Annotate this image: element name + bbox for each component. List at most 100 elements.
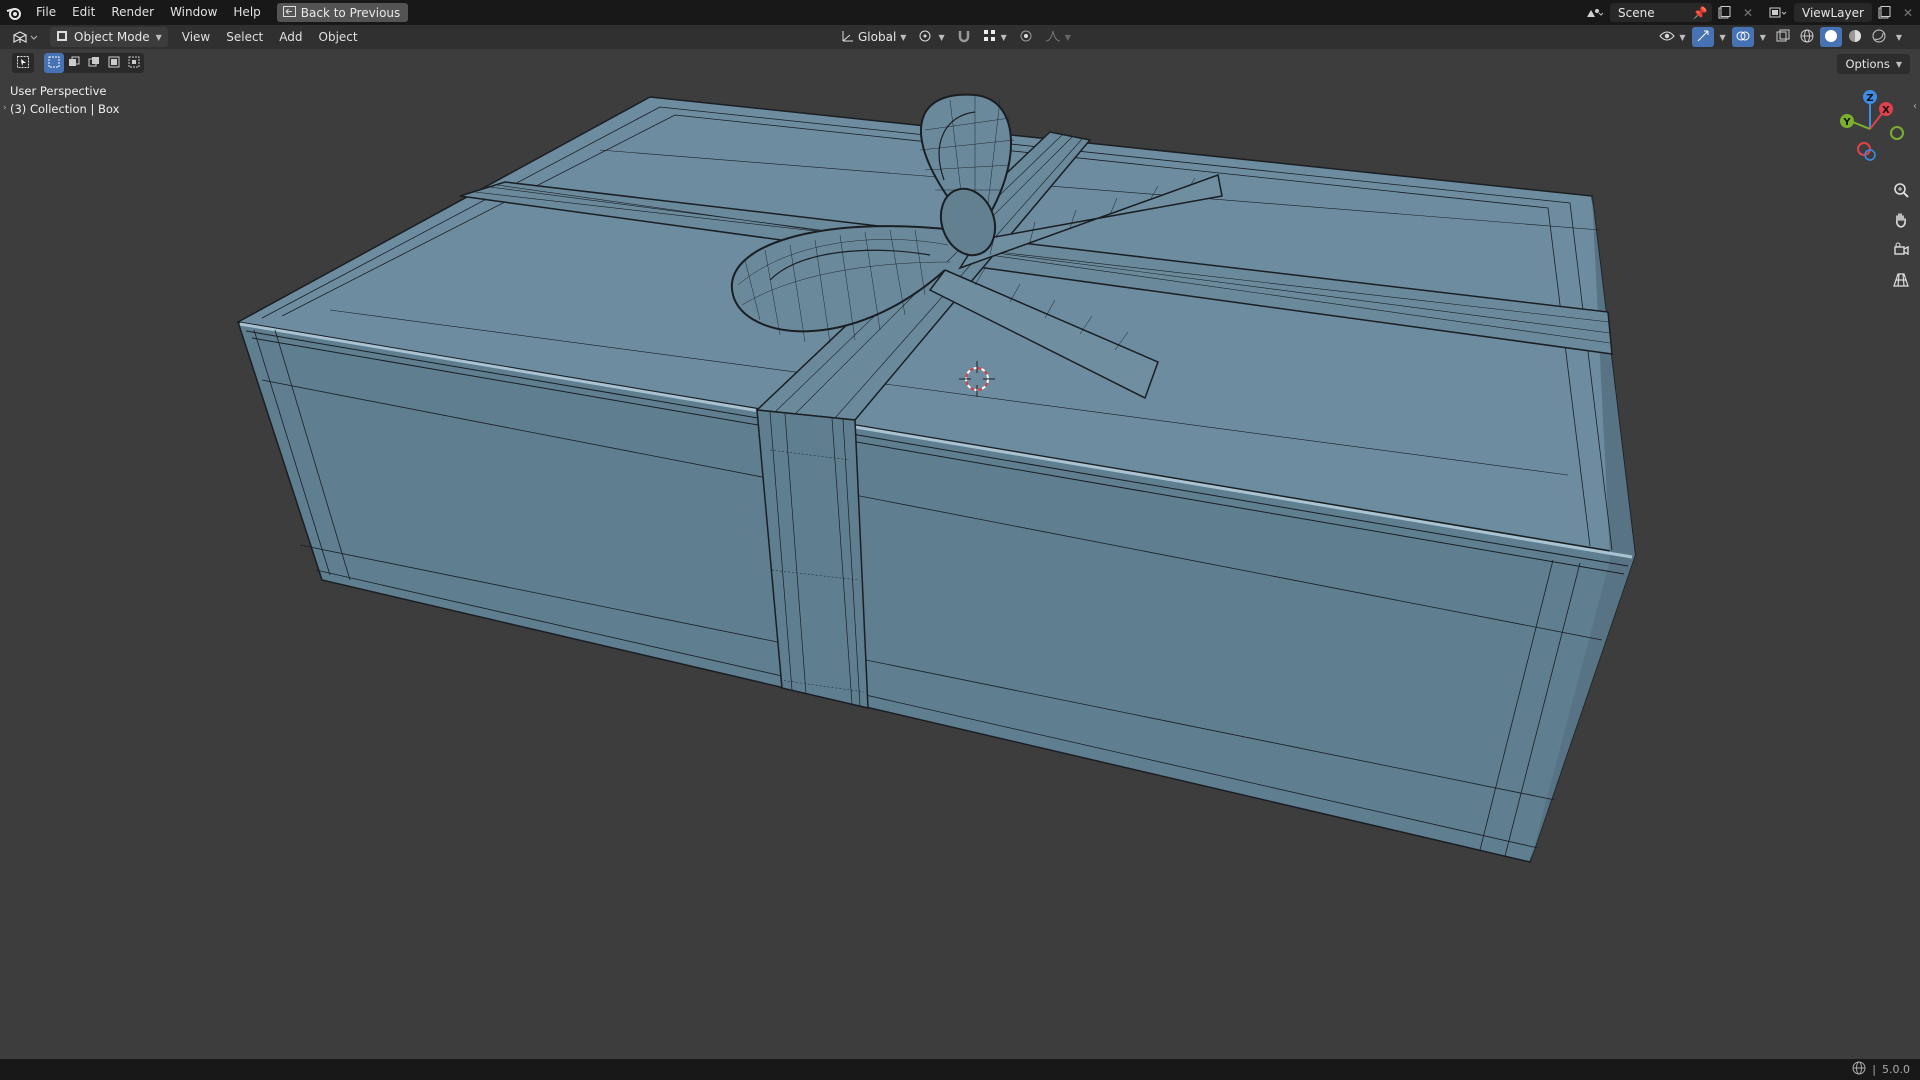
rendered-sphere-icon (1872, 29, 1886, 46)
new-view-layer-icon[interactable] (1872, 3, 1896, 22)
transform-orientation-dropdown[interactable]: Global ▼ (836, 27, 910, 47)
orientation-axes-icon (840, 29, 854, 46)
collection-object-label: (3) Collection | Box (10, 102, 120, 116)
blender-logo-icon[interactable] (0, 0, 28, 25)
camera-icon (1893, 242, 1909, 261)
network-globe-icon (1852, 1061, 1866, 1078)
chevron-down-icon: ▼ (900, 32, 907, 42)
shading-rendered-button[interactable] (1868, 27, 1890, 47)
chevron-down-icon: ▼ (1759, 32, 1766, 42)
select-subtract-button[interactable] (84, 53, 104, 73)
xray-toggle[interactable] (1772, 27, 1794, 47)
transform-controls: Global ▼ ▼ ▼ ▼ (836, 25, 1075, 49)
menu-file[interactable]: File (28, 0, 64, 25)
proportional-editing-toggle[interactable] (1015, 27, 1037, 47)
camera-view-button[interactable] (1890, 240, 1912, 262)
status-bar: | 5.0.0 (0, 1059, 1920, 1080)
gizmo-neg-y-axis (1890, 126, 1904, 140)
chevron-down-icon: ▼ (938, 32, 945, 42)
ortho-toggle-button[interactable] (1890, 270, 1912, 292)
chevron-down-icon: ▼ (155, 32, 162, 42)
zoom-icon (1893, 182, 1909, 201)
snap-toggle[interactable] (953, 27, 975, 47)
back-to-previous-button[interactable]: Back to Previous (276, 3, 409, 22)
tweak-tool-button[interactable] (12, 53, 34, 73)
snap-grid-icon (983, 29, 997, 46)
select-extend-button[interactable] (64, 53, 84, 73)
proportional-edit-icon (1019, 29, 1033, 46)
menu-edit[interactable]: Edit (64, 0, 103, 25)
menu-view[interactable]: View (174, 30, 218, 44)
shading-material-button[interactable] (1844, 27, 1866, 47)
shading-dropdown[interactable]: ▼ (1892, 27, 1906, 47)
solid-sphere-icon (1824, 29, 1838, 46)
view-layer-selector-icon[interactable] (1766, 3, 1790, 22)
back-to-previous-label: Back to Previous (300, 5, 401, 20)
navigation-gizmo[interactable]: Z X Y (1822, 87, 1912, 167)
menu-render[interactable]: Render (103, 0, 162, 25)
gizmo-y-label: Y (1842, 117, 1851, 128)
pivot-point-dropdown[interactable]: ▼ (914, 27, 948, 47)
scene-name-field[interactable]: Scene 📌 (1610, 3, 1712, 22)
gizmo-neg-x-axis (1857, 142, 1871, 156)
falloff-curve-icon (1045, 29, 1061, 46)
pin-icon[interactable]: 📌 (1688, 3, 1712, 22)
options-dropdown[interactable]: Options ▼ (1837, 54, 1910, 74)
new-scene-icon[interactable] (1712, 3, 1736, 22)
menu-add[interactable]: Add (271, 30, 310, 44)
select-intersect-button[interactable] (124, 53, 144, 73)
gizmo-dropdown[interactable]: ▼ (1716, 27, 1730, 47)
zoom-button[interactable] (1890, 180, 1912, 202)
separator-bar: | (1872, 1063, 1876, 1076)
overlays-dropdown[interactable]: ▼ (1756, 27, 1770, 47)
pan-button[interactable] (1890, 210, 1912, 232)
select-invert-button[interactable] (104, 53, 124, 73)
menu-window[interactable]: Window (162, 0, 225, 25)
shading-solid-button[interactable] (1819, 27, 1842, 47)
magnet-icon (957, 29, 971, 46)
scene-selector-icon[interactable] (1582, 3, 1606, 22)
gizmo-z-label: Z (1866, 93, 1873, 104)
chevron-down-icon: ▼ (1895, 59, 1902, 69)
object-mode-label: Object Mode (74, 30, 150, 44)
viewport-tool-row (12, 53, 144, 73)
view-perspective-label: User Perspective (10, 84, 107, 98)
gizmo-toggle[interactable] (1691, 27, 1714, 47)
chevron-down-icon: ▼ (1719, 32, 1726, 42)
select-intersect-icon (128, 56, 140, 71)
view-layer-field[interactable]: ViewLayer (1794, 3, 1872, 22)
cursor-arrow-icon (17, 55, 29, 71)
selection-mode-group (44, 53, 144, 73)
menu-help[interactable]: Help (225, 0, 268, 25)
object-mode-dropdown[interactable]: Object Mode ▼ (50, 27, 168, 47)
gizmo-x-label: X (1882, 105, 1890, 116)
editor-type-dropdown[interactable] (4, 27, 48, 47)
menu-object[interactable]: Object (311, 30, 366, 44)
chevron-down-icon: ▼ (1000, 32, 1007, 42)
toolbar-toggle-arrow[interactable]: › (3, 103, 7, 113)
top-bar: File Edit Render Window Help Back to Pre… (0, 0, 1920, 25)
pivot-icon (918, 29, 934, 46)
chevron-down-icon: ▼ (1679, 32, 1686, 42)
proportional-falloff-dropdown[interactable]: ▼ (1041, 27, 1075, 47)
scene-name: Scene (1618, 5, 1655, 20)
orientation-label: Global (858, 30, 897, 44)
version-label: 5.0.0 (1882, 1063, 1910, 1076)
overlays-toggle[interactable] (1731, 27, 1754, 47)
overlays-icon (1736, 29, 1750, 46)
top-right-controls: Scene 📌 ✕ ViewLayer ✕ (1582, 0, 1920, 25)
snap-target-dropdown[interactable]: ▼ (979, 27, 1011, 47)
select-subtract-icon (88, 56, 100, 71)
select-new-button[interactable] (44, 53, 64, 73)
delete-view-layer-icon[interactable]: ✕ (1896, 3, 1920, 22)
menu-select[interactable]: Select (218, 30, 271, 44)
sidebar-toggle-arrow[interactable]: ‹ (1913, 101, 1917, 112)
gizmo-icon (1696, 29, 1710, 46)
3d-viewport[interactable]: User Perspective (3) Collection | Box Op… (0, 49, 1920, 1059)
select-new-icon (48, 56, 60, 71)
shading-wireframe-button[interactable] (1796, 27, 1818, 47)
selectability-visibility-dropdown[interactable]: ▼ (1655, 27, 1689, 47)
xray-icon (1776, 29, 1790, 46)
eye-icon (1659, 30, 1676, 45)
delete-scene-icon[interactable]: ✕ (1736, 3, 1760, 22)
